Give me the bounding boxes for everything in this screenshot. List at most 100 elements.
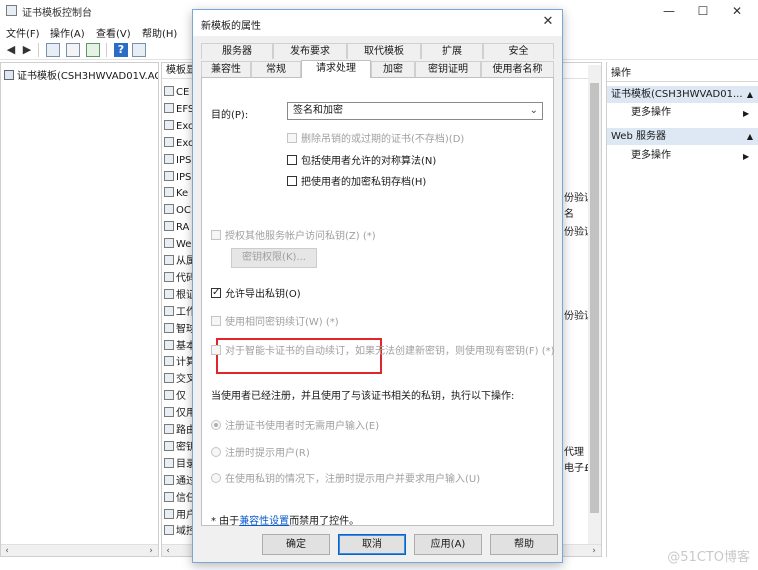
- certificate-template-icon: [164, 102, 174, 113]
- list-item-label: Exc: [176, 137, 194, 149]
- delete-revoked-checkbox[interactable]: 删除吊销的或过期的证书(不存档)(D): [287, 133, 464, 147]
- scroll-right-icon[interactable]: ›: [588, 545, 600, 556]
- ok-button[interactable]: 确定: [262, 534, 330, 555]
- certificate-template-icon: [164, 187, 174, 198]
- tree-horizontal-scrollbar[interactable]: ‹ ›: [1, 544, 158, 556]
- more-actions-link[interactable]: 更多操作: [631, 148, 671, 164]
- certificate-template-icon: [164, 271, 174, 282]
- radio-label: 注册证书使用者时无需用户输入(E): [225, 421, 380, 432]
- tab-request-handling[interactable]: 请求处理: [301, 60, 371, 78]
- actions-section-templates[interactable]: 证书模板(CSH3HWVAD01... ▲: [607, 86, 758, 103]
- certificate-template-icon: [164, 424, 174, 434]
- tab-security[interactable]: 安全: [483, 43, 554, 59]
- radio-dot: [211, 447, 221, 457]
- purpose-select-value: 签名和加密: [293, 105, 343, 116]
- back-arrow-icon[interactable]: ◀: [4, 43, 18, 57]
- collapse-icon[interactable]: ▲: [747, 128, 753, 145]
- tab-extensions[interactable]: 扩展: [421, 43, 483, 59]
- menu-file[interactable]: 文件(F): [6, 25, 40, 40]
- actions-header: 操作: [607, 66, 758, 82]
- menu-view[interactable]: 查看(V): [96, 25, 131, 40]
- dialog-close-button[interactable]: ✕: [539, 13, 557, 31]
- certificate-template-icon: [164, 491, 174, 502]
- actions-section-label: 证书模板(CSH3HWVAD01...: [611, 89, 743, 100]
- symmetric-algorithms-checkbox[interactable]: 包括使用者允许的对称算法(N): [287, 155, 436, 169]
- tab-key-attestation[interactable]: 密钥证明: [415, 61, 481, 77]
- request-handling-panel: 目的(P): 签名和加密 ⌄ 删除吊销的或过期的证书(不存档)(D) 包括使用者…: [201, 77, 555, 527]
- console-close-button[interactable]: ✕: [722, 2, 752, 20]
- smartcard-renewal-checkbox[interactable]: 对于智能卡证书的自动续订，如果无法创建新密钥，则使用现有密钥(F) (*): [211, 345, 555, 359]
- scroll-right-icon[interactable]: ›: [145, 545, 157, 557]
- help-icon[interactable]: ?: [114, 43, 128, 57]
- renew-same-key-checkbox[interactable]: 使用相同密钥续订(W) (*): [211, 316, 339, 330]
- tab-subject-name[interactable]: 使用者名称: [481, 61, 554, 77]
- certificate-template-icon: [164, 525, 174, 536]
- checkbox-box: [287, 155, 297, 165]
- list-item-label: Exc: [176, 120, 194, 132]
- menu-action[interactable]: 操作(A): [50, 25, 85, 40]
- tab-server[interactable]: 服务器: [201, 43, 273, 59]
- key-permissions-button[interactable]: 密钥权限(K)...: [231, 248, 317, 268]
- certificate-template-icon: [164, 255, 174, 265]
- purpose-label: 目的(P):: [211, 110, 249, 121]
- collapse-icon[interactable]: ▲: [747, 86, 753, 103]
- actions-pane: 操作 证书模板(CSH3HWVAD01... ▲ 更多操作 ▶ Web 服务器 …: [606, 62, 758, 557]
- radio-label: 在使用私钥的情况下，注册时提示用户并要求用户输入(U): [225, 474, 481, 485]
- toolbar-separator: [38, 43, 39, 57]
- tab-cryptography[interactable]: 加密: [371, 61, 415, 77]
- certificate-template-icon: [164, 136, 174, 147]
- certificate-template-icon: [164, 407, 174, 418]
- checkbox-label: 授权其他服务帐户访问私钥(Z) (*): [225, 231, 376, 242]
- certificate-template-icon: [164, 390, 174, 401]
- checkbox-label: 包括使用者允许的对称算法(N): [301, 156, 437, 167]
- help-button[interactable]: 帮助: [490, 534, 558, 555]
- enrollment-prompt-text: 当使用者已经注册，并且使用了与该证书相关的私钥，执行以下操作:: [211, 391, 515, 402]
- archive-private-key-checkbox[interactable]: 把使用者的加密私钥存档(H): [287, 176, 426, 190]
- tab-general[interactable]: 常规: [251, 61, 301, 77]
- compatibility-note: * 由于兼容性设置而禁用了控件。: [211, 512, 359, 527]
- allow-export-private-key-checkbox[interactable]: 允许导出私钥(O): [211, 286, 301, 302]
- tab-compatibility[interactable]: 兼容性: [201, 61, 251, 77]
- tab-superseded-templates[interactable]: 取代模板: [347, 43, 421, 59]
- template-properties-dialog: 新模板的属性 ✕ 服务器 发布要求 取代模板 扩展 安全 兼容性 常规 请求处理…: [192, 9, 563, 563]
- show-action-pane-icon[interactable]: [132, 43, 146, 57]
- enroll-no-input-radio[interactable]: 注册证书使用者时无需用户输入(E): [211, 420, 379, 434]
- tab-issuance-requirements[interactable]: 发布要求: [273, 43, 347, 59]
- list-item-label: CE: [176, 87, 190, 98]
- prompt-user-radio[interactable]: 注册时提示用户(R): [211, 447, 310, 461]
- certificate-template-icon: [164, 221, 174, 232]
- scroll-left-icon[interactable]: ‹: [162, 545, 174, 556]
- purpose-select[interactable]: 签名和加密 ⌄: [287, 102, 543, 120]
- list-item-label: OC: [176, 205, 191, 217]
- prompt-and-require-input-radio[interactable]: 在使用私钥的情况下，注册时提示用户并要求用户输入(U): [211, 473, 480, 487]
- console-title: 证书模板控制台: [22, 8, 92, 19]
- minimize-button[interactable]: —: [654, 2, 684, 20]
- certificate-template-icon: [164, 305, 174, 316]
- menu-help[interactable]: 帮助(H): [142, 25, 177, 40]
- tree-node-root[interactable]: 证书模板(CSH3HWVAD01V.AC: [4, 67, 158, 81]
- checkbox-box: [211, 316, 221, 326]
- forward-arrow-icon[interactable]: ▶: [20, 43, 34, 57]
- checkbox-box: [211, 345, 221, 355]
- checkbox-label: 对于智能卡证书的自动续订，如果无法创建新密钥，则使用现有密钥(F) (*): [225, 346, 555, 357]
- more-actions-link[interactable]: 更多操作: [631, 105, 671, 121]
- scroll-left-icon[interactable]: ‹: [1, 545, 13, 557]
- properties-icon[interactable]: [66, 43, 80, 57]
- radio-dot: [211, 473, 221, 483]
- list-item-label: 仅: [176, 391, 186, 403]
- compatibility-settings-link[interactable]: 兼容性设置: [239, 516, 289, 527]
- radio-label: 注册时提示用户(R): [225, 448, 310, 459]
- checkbox-label: 允许导出私钥(O): [225, 289, 301, 300]
- show-tree-icon[interactable]: [46, 43, 60, 57]
- apply-button[interactable]: 应用(A): [414, 534, 482, 555]
- dialog-titlebar: 新模板的属性 ✕: [193, 10, 562, 36]
- maximize-button[interactable]: ☐: [688, 2, 718, 20]
- actions-section-web-server[interactable]: Web 服务器 ▲: [607, 128, 758, 145]
- certificate-template-icon: [164, 238, 174, 249]
- authorize-key-access-checkbox[interactable]: 授权其他服务帐户访问私钥(Z) (*): [211, 230, 376, 244]
- certificate-template-icon: [164, 474, 174, 485]
- export-list-icon[interactable]: [86, 43, 100, 57]
- certificate-template-icon: [164, 457, 174, 468]
- list-scroll-thumb[interactable]: [590, 83, 599, 513]
- cancel-button[interactable]: 取消: [338, 534, 406, 555]
